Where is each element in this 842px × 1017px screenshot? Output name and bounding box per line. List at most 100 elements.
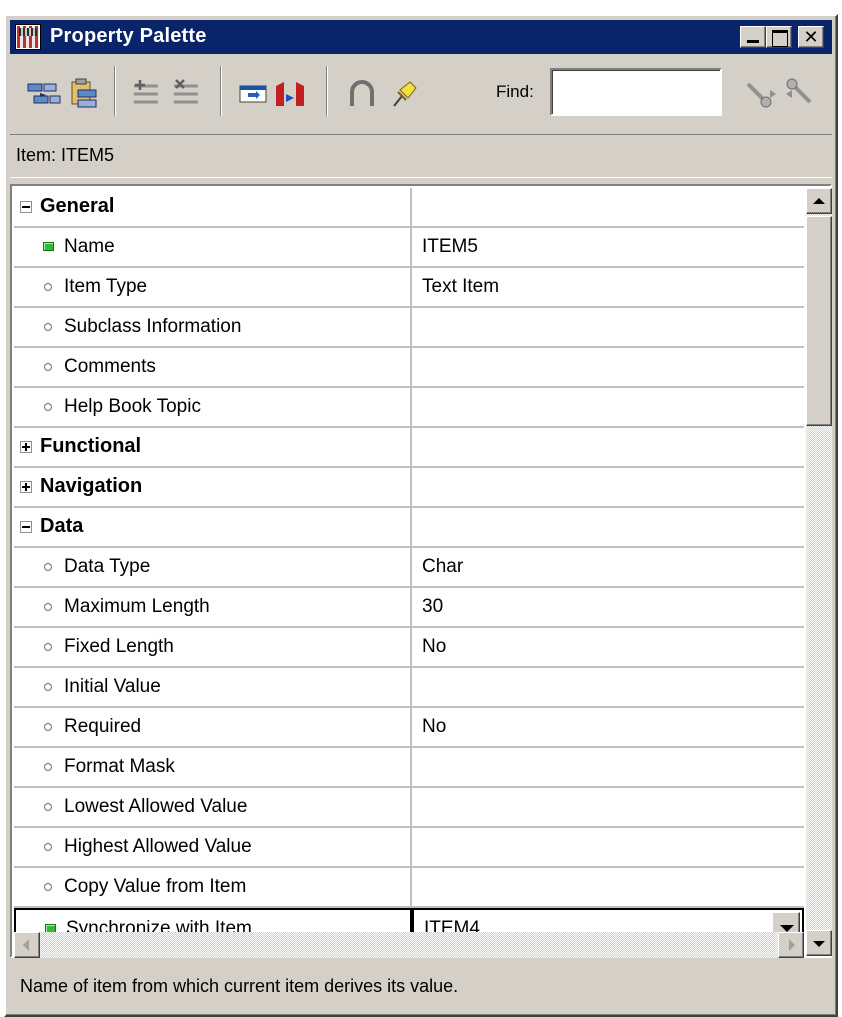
property-label: Synchronize with Item (66, 918, 252, 932)
property-name-cell[interactable]: Required (14, 708, 412, 746)
toolbar-separator (220, 66, 222, 116)
property-row[interactable]: Initial Value (14, 668, 804, 708)
scroll-left-button[interactable] (14, 932, 40, 958)
property-value-cell[interactable] (412, 868, 804, 906)
property-group-row[interactable]: Navigation (14, 468, 804, 508)
property-value-cell[interactable] (412, 468, 804, 506)
scroll-down-button[interactable] (806, 930, 832, 956)
intersection-union-icon[interactable] (344, 76, 380, 112)
property-row[interactable]: Item Type Text Item (14, 268, 804, 308)
default-property-icon (44, 803, 52, 811)
property-label: Functional (40, 435, 142, 457)
find-next-icon[interactable] (744, 76, 780, 112)
property-value-cell[interactable] (412, 348, 804, 386)
close-button[interactable]: ✕ (798, 26, 824, 48)
property-name-cell[interactable]: Navigation (14, 468, 412, 506)
property-name-cell[interactable]: Format Mask (14, 748, 412, 786)
property-name-cell[interactable]: Item Type (14, 268, 412, 306)
property-row[interactable]: Copy Value from Item (14, 868, 804, 908)
property-row[interactable]: Help Book Topic (14, 388, 804, 428)
vertical-scroll-thumb[interactable] (806, 216, 832, 426)
property-row[interactable]: Fixed Length No (14, 628, 804, 668)
property-value-cell[interactable] (412, 308, 804, 346)
property-name-cell[interactable]: Initial Value (14, 668, 412, 706)
title-bar[interactable]: Property Palette ✕ (10, 20, 832, 54)
property-row[interactable]: Format Mask (14, 748, 804, 788)
expand-icon[interactable] (20, 481, 32, 493)
property-name-cell[interactable]: Fixed Length (14, 628, 412, 666)
property-name-cell[interactable]: Comments (14, 348, 412, 386)
property-name-cell[interactable]: General (14, 188, 412, 226)
property-row[interactable]: Data Type Char (14, 548, 804, 588)
default-property-icon (44, 883, 52, 891)
property-name-cell[interactable]: Synchronize with Item (14, 908, 412, 932)
property-value-cell[interactable] (412, 828, 804, 866)
property-row[interactable]: Highest Allowed Value (14, 828, 804, 868)
property-label: Lowest Allowed Value (64, 796, 248, 817)
paste-properties-icon[interactable] (66, 76, 102, 112)
property-value-cell[interactable] (412, 748, 804, 786)
default-property-icon (44, 843, 52, 851)
default-property-icon (44, 323, 52, 331)
property-group-row[interactable]: Data (14, 508, 804, 548)
property-value-cell[interactable] (412, 788, 804, 826)
property-value-cell[interactable]: Char (412, 548, 804, 586)
property-value-cell[interactable]: Text Item (412, 268, 804, 306)
collapse-icon[interactable] (20, 521, 32, 533)
property-value: Text Item (422, 276, 500, 297)
dropdown-button[interactable] (772, 912, 800, 932)
horizontal-scrollbar[interactable] (14, 932, 804, 958)
property-name-cell[interactable]: Help Book Topic (14, 388, 412, 426)
property-value-cell[interactable]: ITEM5 (412, 228, 804, 266)
property-name-cell[interactable]: Highest Allowed Value (14, 828, 412, 866)
scroll-right-button[interactable] (778, 932, 804, 958)
property-name-cell[interactable]: Subclass Information (14, 308, 412, 346)
find-label: Find: (496, 82, 534, 101)
property-name-cell[interactable]: Data (14, 508, 412, 546)
copy-properties-icon[interactable] (26, 76, 62, 112)
property-row[interactable]: Required No (14, 708, 804, 748)
property-name-cell[interactable]: Functional (14, 428, 412, 466)
property-group-row[interactable]: Functional (14, 428, 804, 468)
property-row[interactable]: Maximum Length 30 (14, 588, 804, 628)
property-value-cell[interactable] (412, 388, 804, 426)
property-value-cell[interactable]: No (412, 708, 804, 746)
property-row[interactable]: Comments (14, 348, 804, 388)
minimize-button[interactable] (740, 26, 766, 48)
expand-icon[interactable] (20, 441, 32, 453)
find-input[interactable] (550, 68, 722, 116)
property-value-cell[interactable] (412, 668, 804, 706)
property-name-cell[interactable]: Lowest Allowed Value (14, 788, 412, 826)
property-value-cell[interactable] (412, 188, 804, 226)
property-value-cell[interactable] (412, 428, 804, 466)
scroll-down-arrow-icon (813, 941, 825, 947)
property-value-cell[interactable]: 30 (412, 588, 804, 626)
property-name-cell[interactable]: Copy Value from Item (14, 868, 412, 906)
property-name-cell[interactable]: Data Type (14, 548, 412, 586)
property-value: ITEM5 (422, 236, 478, 257)
property-group-row[interactable]: General (14, 188, 804, 228)
property-name-cell[interactable]: Name (14, 228, 412, 266)
delete-property-icon[interactable] (168, 76, 204, 112)
default-property-icon (44, 363, 52, 371)
maximize-button[interactable] (766, 26, 792, 48)
property-value-cell[interactable]: No (412, 628, 804, 666)
chevron-down-icon (780, 925, 794, 932)
property-name-cell[interactable]: Maximum Length (14, 588, 412, 626)
property-row[interactable]: Name ITEM5 (14, 228, 804, 268)
property-row[interactable]: Lowest Allowed Value (14, 788, 804, 828)
find-previous-icon[interactable] (782, 76, 818, 112)
inherit-property-icon[interactable] (272, 76, 308, 112)
add-property-icon[interactable] (128, 76, 164, 112)
property-value-cell[interactable] (412, 508, 804, 546)
collapse-icon[interactable] (20, 201, 32, 213)
vertical-scrollbar[interactable] (806, 188, 832, 956)
property-label: Help Book Topic (64, 396, 201, 417)
scroll-up-button[interactable] (806, 188, 832, 214)
context-bar: Item: ITEM5 (10, 134, 832, 178)
property-class-icon[interactable] (236, 76, 272, 112)
property-row[interactable]: Synchronize with Item ITEM4 (14, 908, 804, 932)
property-row[interactable]: Subclass Information (14, 308, 804, 348)
freeze-pin-icon[interactable] (386, 76, 422, 112)
synchronize-with-item-combo[interactable]: ITEM4 (412, 908, 804, 932)
